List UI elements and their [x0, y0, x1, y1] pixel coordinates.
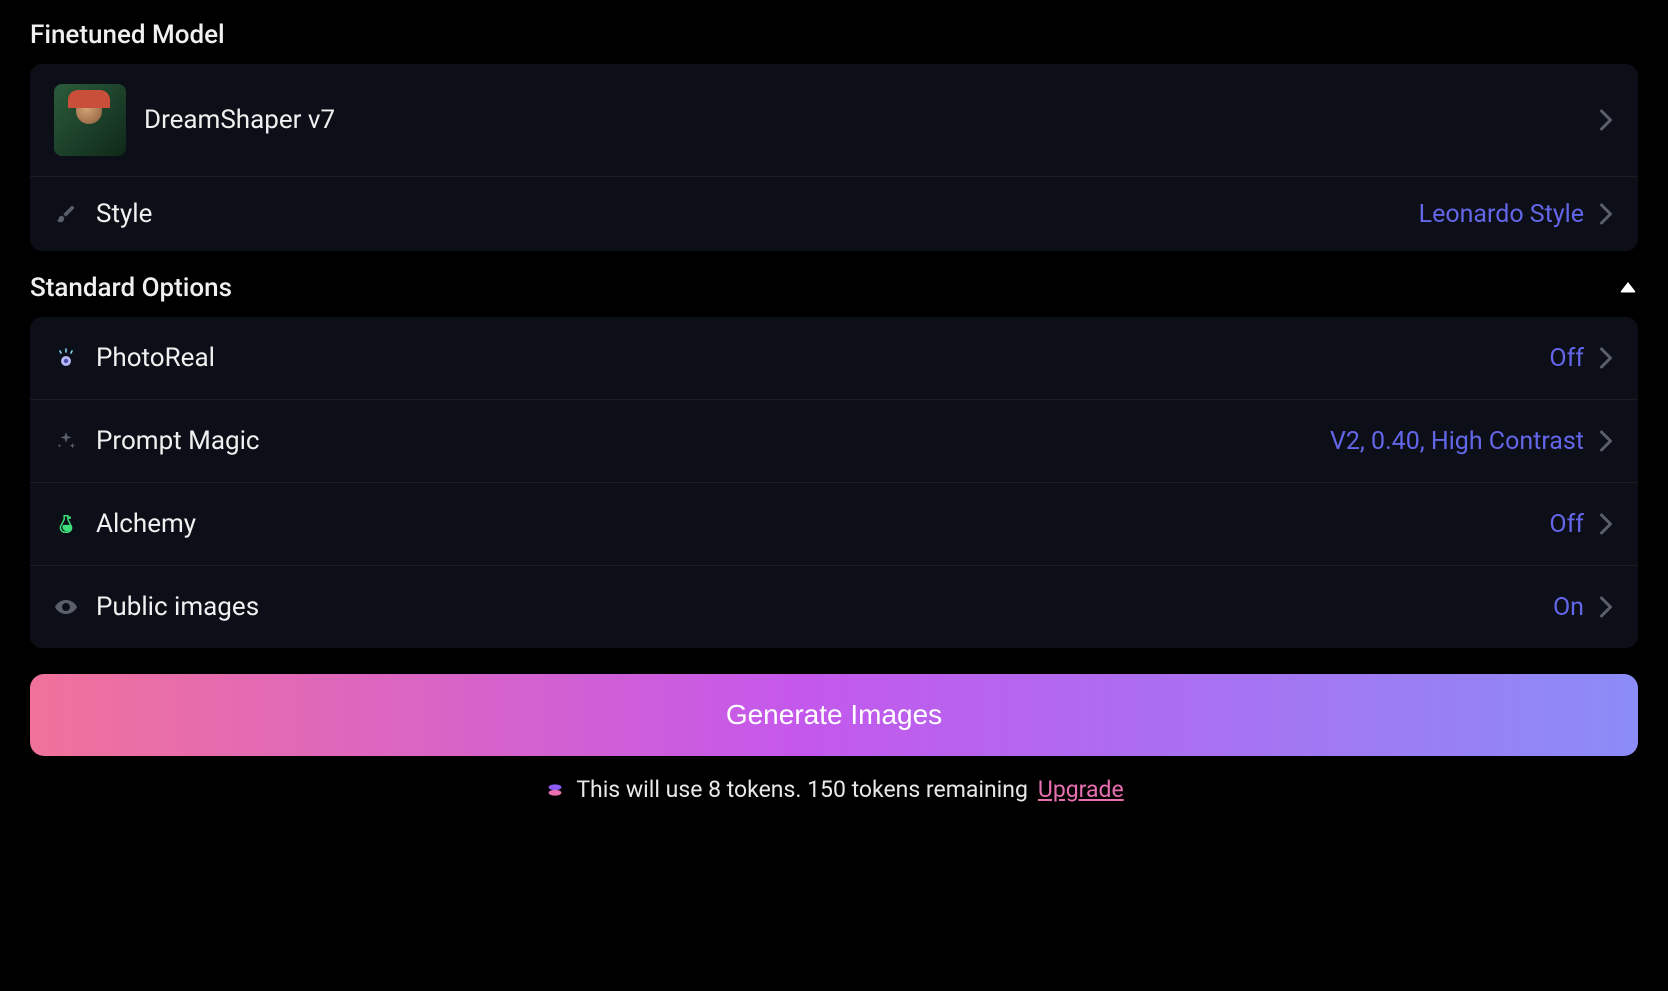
standard-options-card: PhotoReal Off Prompt Magic V2, 0.40, Hig…	[30, 317, 1638, 648]
chevron-right-icon	[1598, 512, 1614, 536]
finetuned-model-card: DreamShaper v7 Style Leonardo Style	[30, 64, 1638, 251]
token-note: This will use 8 tokens. 150 tokens remai…	[30, 776, 1638, 803]
style-value: Leonardo Style	[1419, 200, 1584, 229]
model-name: DreamShaper v7	[144, 105, 335, 135]
finetuned-model-title: Finetuned Model	[30, 20, 1638, 50]
alchemy-label: Alchemy	[96, 509, 196, 539]
eye-icon	[54, 595, 78, 619]
standard-options-title: Standard Options	[30, 273, 232, 303]
photoreal-icon	[54, 346, 78, 370]
generate-button[interactable]: Generate Images	[30, 674, 1638, 756]
photoreal-row[interactable]: PhotoReal Off	[30, 317, 1638, 400]
potion-icon	[54, 512, 78, 536]
prompt-magic-row[interactable]: Prompt Magic V2, 0.40, High Contrast	[30, 400, 1638, 483]
upgrade-link[interactable]: Upgrade	[1038, 776, 1124, 803]
alchemy-value: Off	[1549, 510, 1584, 539]
public-images-value: On	[1553, 593, 1584, 622]
public-images-label: Public images	[96, 592, 259, 622]
photoreal-label: PhotoReal	[96, 343, 215, 373]
prompt-magic-label: Prompt Magic	[96, 426, 260, 456]
sparkle-icon	[54, 429, 78, 453]
chevron-right-icon	[1598, 346, 1614, 370]
brush-icon	[54, 202, 78, 226]
model-thumbnail	[54, 84, 126, 156]
alchemy-row[interactable]: Alchemy Off	[30, 483, 1638, 566]
style-row[interactable]: Style Leonardo Style	[30, 177, 1638, 251]
chevron-right-icon	[1598, 108, 1614, 132]
collapse-caret-icon[interactable]	[1618, 279, 1638, 298]
model-row[interactable]: DreamShaper v7	[30, 64, 1638, 177]
chevron-right-icon	[1598, 595, 1614, 619]
prompt-magic-value: V2, 0.40, High Contrast	[1330, 427, 1584, 456]
token-icon	[544, 779, 566, 801]
public-images-row[interactable]: Public images On	[30, 566, 1638, 648]
chevron-right-icon	[1598, 429, 1614, 453]
chevron-right-icon	[1598, 202, 1614, 226]
token-text: This will use 8 tokens. 150 tokens remai…	[576, 776, 1028, 803]
style-label: Style	[96, 199, 152, 229]
photoreal-value: Off	[1549, 344, 1584, 373]
